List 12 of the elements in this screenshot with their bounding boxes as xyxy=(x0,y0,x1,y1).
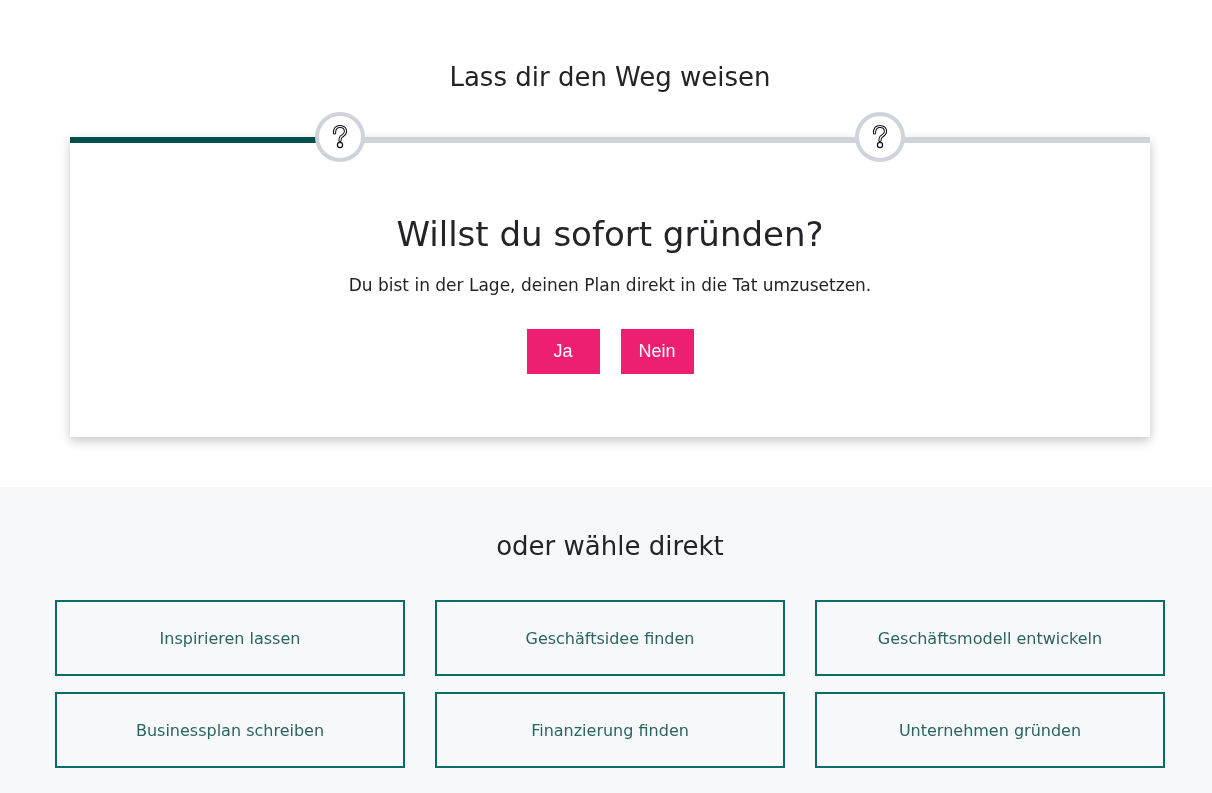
section-title: Lass dir den Weg weisen xyxy=(448,61,772,94)
question-heading: Willst du sofort gründen? xyxy=(395,213,825,256)
choice-link[interactable]: Geschäftsmodell entwickeln xyxy=(815,600,1165,676)
choice-link[interactable]: Geschäftsidee finden xyxy=(435,600,785,676)
choice-link[interactable]: Businessplan schreiben xyxy=(55,692,405,768)
choice-link[interactable]: Unternehmen gründen xyxy=(815,692,1165,768)
answer-button[interactable]: Ja xyxy=(526,329,600,374)
section-title: oder wähle direkt xyxy=(495,530,725,563)
answer-button[interactable]: Nein xyxy=(620,329,694,374)
question-description: Du bist in der Lage, deinen Plan direkt in die Tat umzusetzen. xyxy=(347,274,873,297)
choice-link[interactable]: Inspirieren lassen xyxy=(55,600,405,676)
choice-link[interactable]: Finanzierung finden xyxy=(435,692,785,768)
